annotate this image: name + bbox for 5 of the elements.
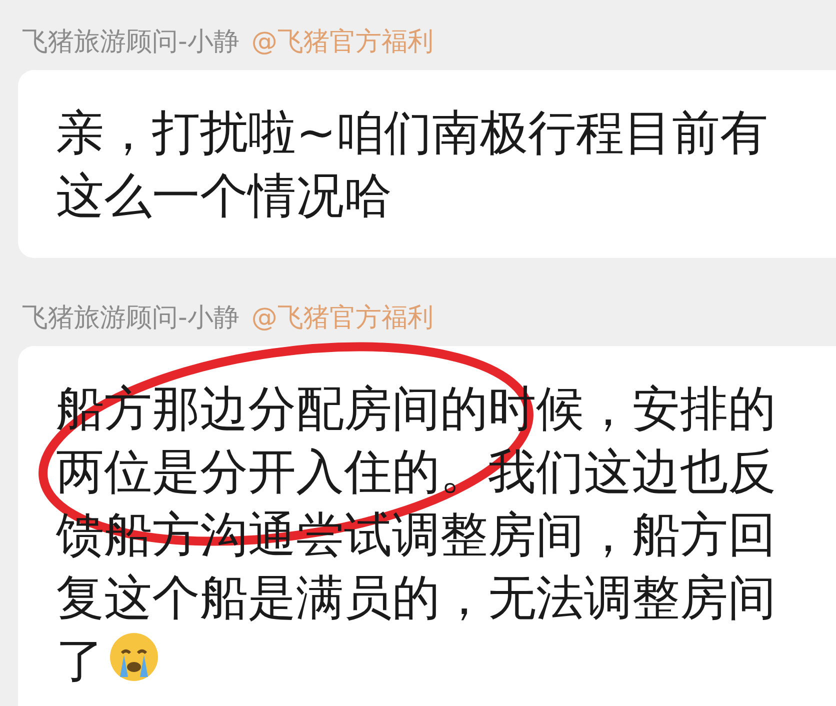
sender-name: 飞猪旅游顾问-小静 (22, 302, 240, 334)
mention-tag[interactable]: @飞猪官方福利 (251, 22, 434, 62)
sender-name: 飞猪旅游顾问-小静 (22, 26, 240, 58)
message-text: 亲，打扰啦~咱们南极行程目前有这么一个情况哈 (56, 105, 768, 224)
mention-tag[interactable]: @飞猪官方福利 (251, 298, 434, 338)
